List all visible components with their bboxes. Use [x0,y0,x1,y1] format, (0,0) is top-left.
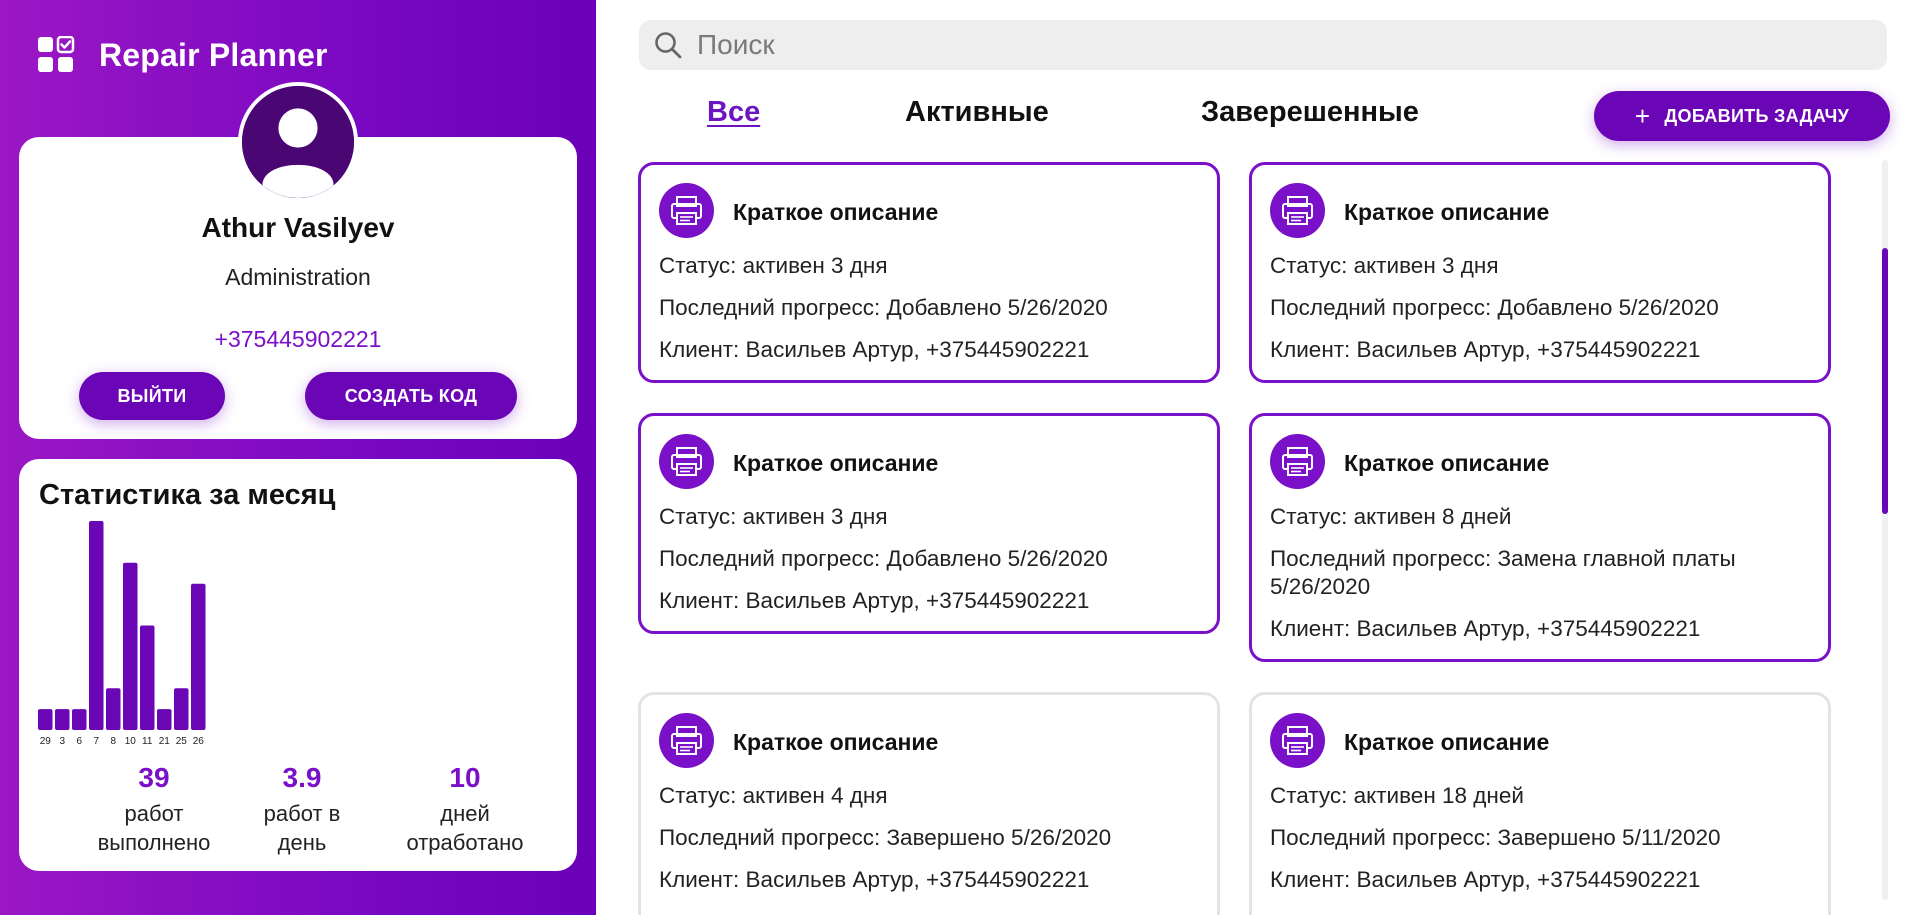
chart-tick-label: 3 [59,736,65,747]
printer-icon [659,183,714,238]
dashboard-grid-check-icon [38,36,75,72]
task-card[interactable]: Краткое описание Статус: активен 8 дней … [1249,413,1831,662]
task-client: Клиент: Васильев Артур, +375445902221 [659,588,1090,613]
plus-icon: + [1634,101,1651,131]
stat-works-done-value: 39 [138,762,170,793]
task-title: Краткое описание [1344,199,1550,225]
task-card[interactable]: Краткое описание Статус: активен 3 дня П… [638,413,1220,634]
chart-bar [191,583,206,730]
task-progress: Последний прогресс: Завершено 5/11/2020 [1270,825,1721,850]
stat-works-done-label: работ выполнено [74,799,234,857]
chart-bar [89,521,104,730]
task-card[interactable]: Краткое описание Статус: активен 4 дня П… [638,692,1220,915]
chart-tick-label: 26 [193,736,205,747]
chart-tick-label: 10 [125,736,137,747]
task-client: Клиент: Васильев Артур, +375445902221 [1270,616,1701,641]
add-task-button[interactable]: + ДОБАВИТЬ ЗАДАЧУ [1594,91,1890,141]
chart-tick-label: 11 [142,736,153,747]
chart-tick-label: 8 [110,736,116,747]
stat-works-done-label-line1: работ [124,801,184,826]
task-status: Статус: активен 3 дня [659,253,888,278]
add-task-label: ДОБАВИТЬ ЗАДАЧУ [1664,105,1850,126]
chart-bar [38,709,53,730]
task-title: Краткое описание [733,729,939,755]
task-progress: Последний прогресс: Завершено 5/26/2020 [659,825,1112,850]
app-title: Repair Planner [99,36,328,73]
chart-tick-label: 6 [76,736,82,747]
chart-bar [140,625,155,730]
user-role: Administration [225,264,371,290]
printer-icon [1270,713,1325,768]
stat-works-per-day-label-line2: день [277,830,327,855]
logout-button[interactable]: ВЫЙТИ [79,372,225,420]
chart-bar [55,709,70,730]
printer-icon [1270,434,1325,489]
create-code-button[interactable]: СОЗДАТЬ КОД [305,372,517,420]
task-progress: Последний прогресс: Замена главной платы… [1270,546,1736,599]
task-title: Краткое описание [733,450,939,476]
printer-icon [659,434,714,489]
sidebar: Repair Planner Athur Vasilyev Administra… [0,0,596,915]
task-client: Клиент: Васильев Артур, +375445902221 [659,337,1090,362]
printer-icon [659,713,714,768]
scrollbar-thumb[interactable] [1882,248,1888,514]
stat-works-done-label-line2: выполнено [97,830,211,855]
tab-all[interactable]: Все [707,96,760,129]
stat-works-per-day-label: работ в день [222,799,382,857]
chart-tick-label: 25 [176,736,188,747]
stat-days-worked-label-line1: дней [440,801,490,826]
task-status: Статус: активен 18 дней [1270,783,1524,808]
task-title: Краткое описание [1344,729,1550,755]
app-logo[interactable]: Repair Planner [37,36,328,74]
stat-works-per-day-value: 3.9 [282,762,322,793]
chart-bar [174,688,189,730]
task-status: Статус: активен 8 дней [1270,504,1512,529]
task-status: Статус: активен 3 дня [659,504,888,529]
chart-bar [123,562,138,730]
chart-bar [72,709,87,730]
task-status: Статус: активен 3 дня [1270,253,1499,278]
user-avatar-icon[interactable] [238,82,358,202]
task-client: Клиент: Васильев Артур, +375445902221 [1270,337,1701,362]
chart-tick-label: 29 [40,736,52,747]
stats-bar-chart: 29 3 6 7 8 10 11 21 25 26 [38,521,206,747]
task-title: Краткое описание [733,199,939,225]
tab-done[interactable]: Заверешенные [1201,96,1419,129]
printer-icon [1270,183,1325,238]
stats-card: Статистика за месяц 29 3 6 7 8 10 11 21 25 26 39 … [19,459,577,871]
stat-days-worked-value: 10 [449,762,481,793]
task-status: Статус: активен 4 дня [659,783,888,808]
user-phone[interactable]: +375445902221 [19,326,577,353]
chart-tick-label: 21 [159,736,171,747]
task-client: Клиент: Васильев Артур, +375445902221 [1270,867,1701,892]
task-progress: Последний прогресс: Добавлено 5/26/2020 [1270,295,1719,320]
chart-bar [157,709,172,730]
search-input[interactable] [695,28,1849,62]
tab-active[interactable]: Активные [905,96,1049,129]
task-progress: Последний прогресс: Добавлено 5/26/2020 [659,546,1108,571]
task-list: Краткое описание Статус: активен 3 дня П… [630,155,1890,915]
stat-days-worked-label-line2: отработано [406,830,524,855]
task-card[interactable]: Краткое описание Статус: активен 3 дня П… [638,162,1220,383]
chart-bar [106,688,121,730]
search-icon [655,32,682,59]
search-bar[interactable] [639,20,1887,70]
task-progress: Последний прогресс: Добавлено 5/26/2020 [659,295,1108,320]
stat-days-worked-label: дней отработано [385,799,545,857]
chart-tick-label: 7 [93,736,99,747]
task-card[interactable]: Краткое описание Статус: активен 3 дня П… [1249,162,1831,383]
task-title: Краткое описание [1344,450,1550,476]
task-client: Клиент: Васильев Артур, +375445902221 [659,867,1090,892]
user-name: Athur Vasilyev [201,212,395,243]
stat-works-per-day-label-line1: работ в [263,801,341,826]
task-card[interactable]: Краткое описание Статус: активен 18 дней… [1249,692,1831,915]
